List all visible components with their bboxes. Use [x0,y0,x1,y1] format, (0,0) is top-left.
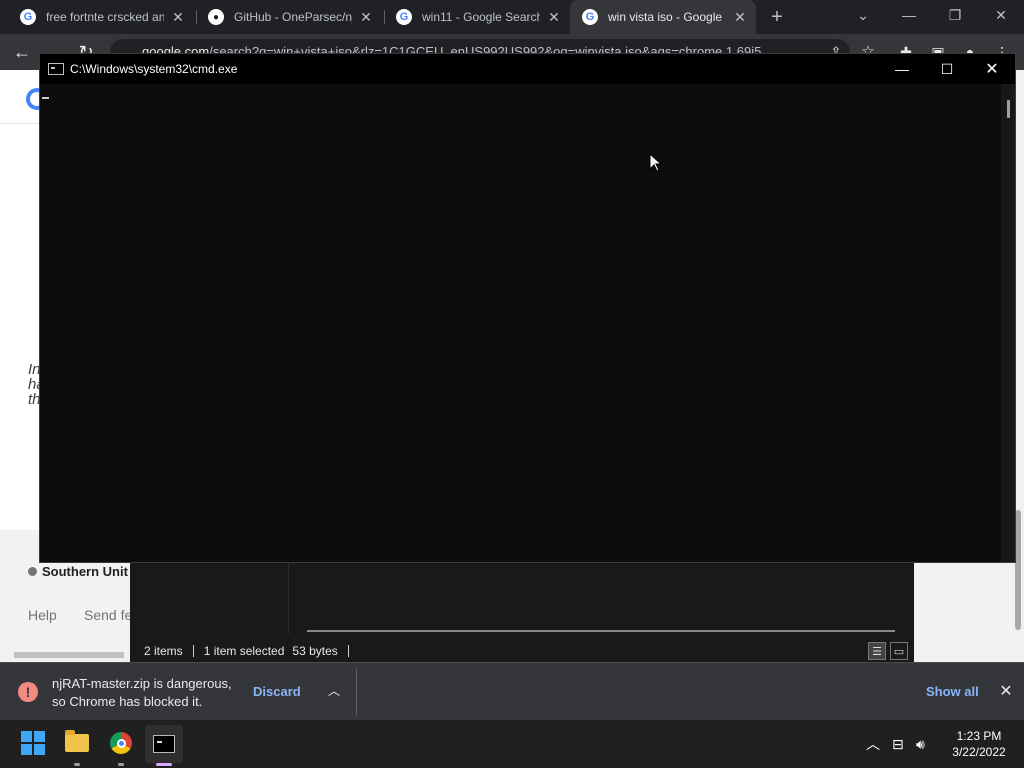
cmd-app-icon [48,63,64,75]
location-dot-icon [28,567,37,576]
footer-location: Southern Unit [28,564,128,579]
cmd-window: C:\Windows\system32\cmd.exe — ☐ ✕ [39,53,1016,563]
running-indicator [118,763,124,766]
folder-icon [65,730,89,752]
download-warning-message: njRAT-master.zip is dangerous, so Chrome… [52,675,242,711]
running-indicator [74,763,80,766]
file-explorer-window: 2 items 1 item selected 53 bytes ☰ ▭ [130,562,914,662]
network-icon[interactable]: ⊟ [892,720,904,768]
pane-divider[interactable] [288,562,289,634]
mouse-pointer-icon [649,153,663,172]
tab-title: free fortnte crscked and [46,10,164,24]
download-bar: ! njRAT-master.zip is dangerous, so Chro… [0,662,1024,720]
message-line: so Chrome has blocked it. [52,694,203,709]
chrome-tab-strip: G free fortnte crscked and ✕ ● GitHub - … [0,0,1024,34]
large-icons-view-icon[interactable]: ▭ [890,642,908,660]
cmd-maximize-button[interactable]: ☐ [924,54,970,84]
back-arrow-icon[interactable]: ← [10,40,34,64]
footer-help-link[interactable]: Help [28,607,57,623]
tab-title: win11 - Google Search [422,10,540,24]
new-tab-button[interactable]: + [766,6,788,28]
file-explorer-taskbar-icon[interactable] [64,730,90,756]
clock-time: 1:23 PM [956,729,1002,743]
chrome-icon [110,732,132,754]
show-all-button[interactable]: Show all [926,684,979,699]
close-download-bar-icon[interactable]: ✕ [997,681,1015,701]
location-text: Southern Unit [42,564,128,579]
browser-close-button[interactable]: ✕ [978,0,1024,30]
chevron-up-icon[interactable]: ︿ [326,682,342,699]
google-g-icon: G [582,9,598,25]
discard-button[interactable]: Discard [253,684,301,699]
explorer-status-bar: 2 items 1 item selected 53 bytes [130,640,914,662]
danger-warning-icon: ! [18,682,38,702]
chrome-taskbar-icon[interactable] [108,730,134,756]
tab-github[interactable]: ● GitHub - OneParsec/nj ✕ [196,0,382,34]
clock-date: 3/22/2022 [952,745,1006,759]
google-g-icon: G [20,9,36,25]
tab-fortnite[interactable]: G free fortnte crscked and ✕ [8,0,194,34]
terminal-icon [153,735,175,753]
github-icon: ● [208,9,224,25]
tab-win-vista[interactable]: G win vista iso - Google S ✕ [570,0,756,34]
selection-count: 1 item selected [203,644,285,658]
item-count: 2 items [144,644,183,658]
volume-icon[interactable]: 🔊︎ [916,720,925,768]
status-divider [192,645,194,657]
horizontal-scrollbar[interactable] [307,630,895,632]
clock[interactable]: 1:23 PM 3/22/2022 [944,728,1014,760]
cmd-title: C:\Windows\system32\cmd.exe [70,62,238,76]
google-g-icon: G [396,9,412,25]
tab-search-chevron-icon[interactable]: ⌄ [840,0,886,30]
tab-close-icon[interactable]: ✕ [732,9,748,25]
scroll-thumb[interactable] [1007,100,1010,118]
tab-close-icon[interactable]: ✕ [170,9,186,25]
details-view-icon[interactable]: ☰ [868,642,886,660]
tab-close-icon[interactable]: ✕ [358,9,374,25]
show-hidden-icons-chevron-icon[interactable]: ︿ [866,720,880,768]
cmd-close-button[interactable]: ✕ [969,54,1015,84]
download-divider [356,669,357,715]
scroll-thumb[interactable] [14,652,124,658]
status-divider [347,645,349,657]
tab-title: GitHub - OneParsec/nj [234,10,352,24]
tab-win11[interactable]: G win11 - Google Search ✕ [384,0,570,34]
message-line: njRAT-master.zip is dangerous, [52,676,232,691]
selection-size: 53 bytes [292,644,338,658]
desktop-screen: G free fortnte crscked and ✕ ● GitHub - … [0,0,1024,768]
tab-close-icon[interactable]: ✕ [546,9,562,25]
footer-send-feedback-link[interactable]: Send fe [84,607,132,623]
cmd-scrollbar[interactable] [1001,84,1015,562]
cmd-titlebar[interactable]: C:\Windows\system32\cmd.exe [40,54,1015,84]
cmd-minimize-button[interactable]: — [879,54,925,84]
browser-restore-button[interactable]: ❐ [932,0,978,30]
tab-title: win vista iso - Google S [608,10,726,24]
windows-taskbar: ︿ ⊟ 🔊︎ 1:23 PM 3/22/2022 [0,720,1024,768]
start-button[interactable] [20,730,46,756]
text-cursor [42,97,49,99]
cmd-taskbar-icon[interactable] [145,725,183,763]
windows-logo-icon [21,731,45,755]
console-area[interactable] [40,84,1000,562]
active-indicator [156,763,172,766]
browser-minimize-button[interactable]: — [886,0,932,30]
